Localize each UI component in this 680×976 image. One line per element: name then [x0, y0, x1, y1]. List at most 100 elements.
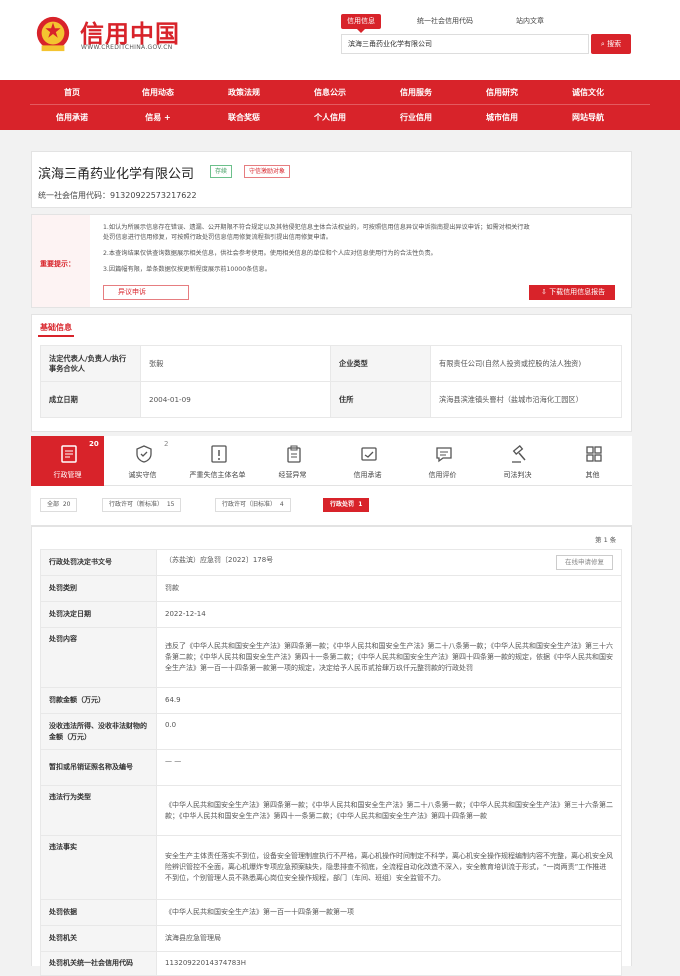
notice-label: 重要提示：: [40, 260, 75, 268]
nav-item-site-map[interactable]: 网站导航: [553, 105, 623, 130]
site-logo-url: WWW.CREDITCHINA.GOV.CN: [81, 44, 173, 51]
subtab-license-old[interactable]: 行政许可（旧标准） 4: [215, 498, 291, 512]
notice-line-1b: 处罚信息进行信用修复，可按照行政处罚信息信用修复流程指引提出信用修复申请。: [103, 234, 332, 241]
tab-judicial[interactable]: 司法判决: [481, 436, 554, 486]
gavel-icon: [512, 445, 526, 463]
search-tab-credit-code[interactable]: 统一社会信用代码: [417, 14, 473, 29]
incentive-badge[interactable]: 守信激励对象: [244, 165, 291, 178]
company-type-label: 企业类型: [330, 345, 431, 382]
search-button[interactable]: ⌕ 搜索: [591, 34, 631, 54]
nav-item-home[interactable]: 首页: [37, 80, 107, 105]
legal-rep-label: 法定代表人/负责人/执行事务合伙人: [40, 345, 141, 382]
national-emblem-icon: [36, 16, 70, 52]
detail-value: — —: [156, 749, 622, 786]
tab-label: 经营异常: [278, 471, 307, 479]
clipboard-icon: [287, 445, 301, 463]
tab-abnormal[interactable]: 经营异常: [256, 436, 329, 486]
document-icon: [61, 445, 77, 463]
nav-item-integrity-culture[interactable]: 诚信文化: [553, 80, 623, 105]
table-row: 处罚内容 违反了《中华人民共和国安全生产法》第四条第一款；《中华人民共和国安全生…: [40, 627, 622, 688]
table-row: 处罚决定日期 2022-12-14: [40, 601, 622, 628]
detail-value: 0.0: [156, 713, 622, 750]
detail-value: 滨海县应急管理局: [156, 925, 622, 952]
address-label: 住所: [330, 381, 431, 418]
table-row: 违法事实 安全生产主体责任落实不到位，设备安全管理制度执行不严格，离心机操作时间…: [40, 835, 622, 900]
tab-commitment[interactable]: 信用承诺: [331, 436, 404, 486]
detail-value: 64.9: [156, 687, 622, 714]
objection-button[interactable]: 异议申诉: [103, 285, 189, 300]
nav-item-personal-credit[interactable]: 个人信用: [295, 105, 365, 130]
download-report-button[interactable]: ⇩ 下载信用信息报告: [529, 285, 615, 300]
credit-code: 统一社会信用代码：91320922573217622: [38, 190, 197, 201]
nav-item-industry-credit[interactable]: 行业信用: [381, 105, 451, 130]
nav-item-credit-services[interactable]: 信用服务: [381, 80, 451, 105]
detail-value: 2022-12-14: [156, 601, 622, 628]
important-notice: 重要提示： 1.如认为所展示信息存在错误、遗漏、公开期限不符合规定以及其他侵犯信…: [31, 214, 632, 308]
table-row: 成立日期 2004-01-09 住所 滨海县滨淮镇头罾村（盐城市沿海化工园区）: [40, 381, 622, 418]
decision-number: （苏盐滨）应急罚〔2022〕178号: [165, 556, 274, 564]
nav-item-credit-news[interactable]: 信用动态: [123, 80, 193, 105]
tab-admin[interactable]: 20 行政管理: [31, 436, 104, 486]
subtab-all[interactable]: 全部 20: [40, 498, 78, 512]
founded-label: 成立日期: [40, 381, 141, 418]
detail-value: 《中华人民共和国安全生产法》第一百一十四条第一款第一项: [156, 899, 622, 926]
table-row: 处罚类别 罚款: [40, 575, 622, 602]
nav-item-joint-rewards[interactable]: 联合奖惩: [209, 105, 279, 130]
search-tab-articles[interactable]: 站内文章: [516, 14, 544, 29]
tab-dishonest-list[interactable]: 严重失信主体名单: [181, 436, 254, 486]
subtab-label: 行政许可（新标准）: [109, 501, 164, 508]
tab-label: 其他: [585, 471, 600, 479]
table-row: 罚款金额（万元） 64.9: [40, 687, 622, 714]
detail-value: 安全生产主体责任落实不到位，设备安全管理制度执行不严格，离心机操作时间制定不科学…: [156, 835, 622, 900]
tab-honesty[interactable]: 2 诚实守信: [106, 436, 179, 486]
nav-item-xinyi[interactable]: 信易 +: [123, 105, 193, 130]
status-badge: 存续: [210, 165, 233, 178]
detail-key: 行政处罚决定书文号: [40, 549, 157, 576]
tab-count: 2: [164, 440, 169, 448]
download-report-label: 下载信用信息报告: [549, 288, 606, 296]
search-button-label: 搜索: [607, 40, 622, 48]
detail-key: 没收违法所得、没收非法财物的金额（万元）: [40, 713, 157, 750]
sub-tabs: 全部 20 行政许可（新标准） 15 行政许可（旧标准） 4 行政处罚 1: [31, 486, 632, 526]
nav-item-policies[interactable]: 政策法规: [209, 80, 279, 105]
detail-key: 处罚机关统一社会信用代码: [40, 951, 157, 976]
nav-item-disclosure[interactable]: 信息公示: [295, 80, 365, 105]
founded-value: 2004-01-09: [140, 381, 331, 418]
nav-item-credit-research[interactable]: 信用研究: [467, 80, 537, 105]
category-tabs: 20 行政管理 2 诚实守信 严重失信主体名单 经营异常 信用承诺 信用评价 司…: [31, 436, 632, 486]
table-row: 暂扣或吊销证照名称及编号 — —: [40, 749, 622, 786]
detail-key: 处罚类别: [40, 575, 157, 602]
tab-other[interactable]: 其他: [556, 436, 629, 486]
subtab-count: 4: [279, 501, 284, 508]
online-repair-button[interactable]: 在线申请修复: [556, 555, 613, 570]
legal-rep-value: 张毅: [140, 345, 331, 382]
tab-evaluation[interactable]: 信用评价: [406, 436, 479, 486]
search-tab-credit-info[interactable]: 信用信息: [341, 14, 381, 33]
shield-icon: [136, 445, 152, 463]
download-icon: ⇩: [541, 288, 547, 296]
nav-item-city-credit[interactable]: 城市信用: [467, 105, 537, 130]
detail-key: 处罚机关: [40, 925, 157, 952]
nav-item-credit-commitment[interactable]: 信用承诺: [37, 105, 107, 130]
detail-value: 罚款: [156, 575, 622, 602]
subtab-license-new[interactable]: 行政许可（新标准） 15: [102, 498, 182, 512]
detail-key: 处罚决定日期: [40, 601, 157, 628]
detail-value: 《中华人民共和国安全生产法》第四条第一款；《中华人民共和国安全生产法》第二十八条…: [156, 785, 622, 836]
notice-line-1: 1.如认为所展示信息存在错误、遗漏、公开期限不符合规定以及其他侵犯信息主体合法权…: [103, 224, 530, 231]
subtab-count: 1: [358, 501, 363, 508]
nav-row-primary: 首页 信用动态 政策法规 信息公示 信用服务 信用研究 诚信文化: [30, 80, 650, 105]
address-value: 滨海县滨淮镇头罾村（盐城市沿海化工园区）: [430, 381, 622, 418]
detail-key: 暂扣或吊销证照名称及编号: [40, 749, 157, 786]
company-name: 滨海三甬药业化学有限公司: [38, 167, 195, 182]
tab-label: 严重失信主体名单: [189, 471, 246, 479]
table-row: 没收违法所得、没收非法财物的金额（万元） 0.0: [40, 713, 622, 750]
search-input[interactable]: 滨海三甬药业化学有限公司: [341, 34, 589, 54]
company-type-value: 有限责任公司(自然人投资或控股的法人独资): [430, 345, 622, 382]
grid-icon: [586, 446, 602, 462]
main-nav: 首页 信用动态 政策法规 信息公示 信用服务 信用研究 诚信文化 信用承诺 信易…: [0, 80, 680, 130]
detail-value: 11320922014374783H: [156, 951, 622, 976]
subtab-penalty[interactable]: 行政处罚 1: [323, 498, 370, 512]
basic-info-table: 法定代表人/负责人/执行事务合伙人 张毅 企业类型 有限责任公司(自然人投资或控…: [40, 345, 622, 418]
basic-info-title: 基础信息: [40, 323, 72, 332]
subtab-count: 20: [62, 501, 71, 508]
